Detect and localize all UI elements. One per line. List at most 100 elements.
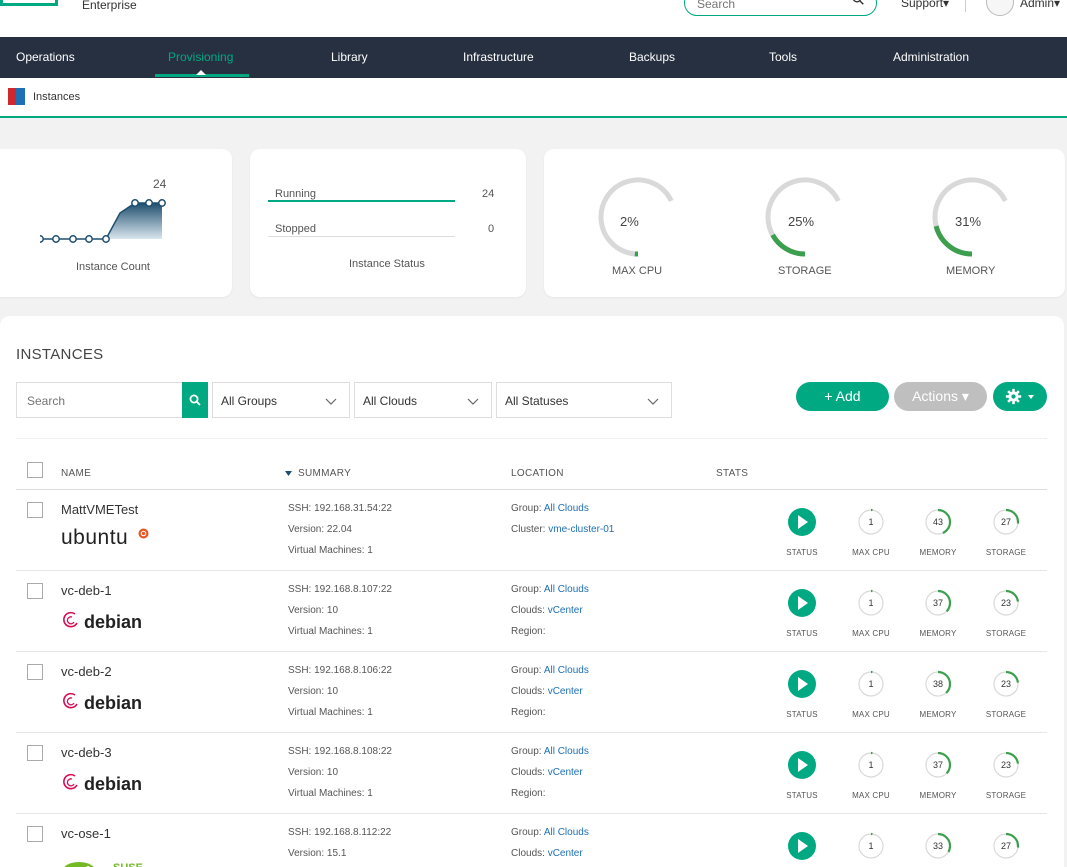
group-filter-value: All Groups [221, 394, 278, 408]
stopped-value: 0 [488, 223, 495, 235]
ubuntu-logo: ubuntu [61, 526, 129, 549]
status-running-icon[interactable] [788, 670, 816, 698]
support-menu[interactable]: Support▾ [901, 0, 949, 10]
nav-operations[interactable]: Operations [16, 37, 75, 78]
storage-stat: 23 [992, 670, 1020, 698]
stat-label: MAX CPU [852, 791, 890, 800]
cloud-filter-select[interactable]: All Clouds [354, 382, 492, 418]
instance-name-link[interactable]: vc-deb-2 [61, 664, 112, 679]
memory-stat: 37 [924, 589, 952, 617]
cloud-link[interactable]: vCenter [548, 848, 583, 859]
debian-logo: debian [84, 774, 143, 794]
location-cloud: Clouds: vCenter [511, 767, 583, 778]
instance-status-card: Running 24 Stopped 0 Instance Status [250, 149, 526, 297]
cloud-link[interactable]: vCenter [548, 767, 583, 778]
storage-stat-value: 23 [1000, 679, 1011, 689]
row-checkbox[interactable] [27, 502, 43, 518]
row-checkbox[interactable] [27, 826, 43, 842]
actions-button[interactable]: Actions ▾ [894, 382, 987, 411]
add-instance-button[interactable]: + Add [796, 382, 889, 411]
memory-stat: 37 [924, 751, 952, 779]
location-cloud-label: Clouds: [511, 848, 548, 859]
admin-menu[interactable]: Admin▾ [1020, 0, 1060, 10]
group-link[interactable]: All Clouds [544, 827, 589, 838]
nav-library[interactable]: Library [331, 37, 368, 78]
row-checkbox[interactable] [27, 664, 43, 680]
instance-name-link[interactable]: vc-deb-3 [61, 745, 112, 760]
instance-name-link[interactable]: MattVMETest [61, 502, 138, 517]
stopped-label: Stopped [275, 223, 316, 235]
memory-stat: 38 [924, 670, 952, 698]
memory-stat: 43 [924, 508, 952, 536]
storage-stat-value: 27 [1000, 517, 1011, 527]
status-running-icon[interactable] [788, 508, 816, 536]
col-summary-header[interactable]: SUMMARY [298, 468, 351, 479]
location-cloud: Clouds: vCenter [511, 605, 583, 616]
main-nav: Operations Provisioning Library Infrastr… [0, 37, 1067, 78]
col-location-header[interactable]: LOCATION [511, 468, 564, 479]
stat-label: STORAGE [985, 548, 1027, 557]
stat-label: MEMORY [919, 710, 957, 719]
nav-infrastructure[interactable]: Infrastructure [463, 37, 534, 78]
chevron-down-icon [647, 398, 659, 405]
sort-desc-icon[interactable] [285, 471, 292, 476]
memory-stat-value: 37 [932, 598, 943, 608]
status-running-icon[interactable] [788, 589, 816, 617]
instance-version: Version: 10 [288, 605, 339, 616]
top-header: Enterprise Support▾ Admin▾ [0, 0, 1067, 37]
status-filter-select[interactable]: All Statuses [496, 382, 672, 418]
group-link[interactable]: All Clouds [544, 584, 589, 595]
cloud-link[interactable]: vme-cluster-01 [548, 524, 614, 535]
row-divider [16, 651, 1047, 652]
group-link[interactable]: All Clouds [544, 746, 589, 757]
nav-tools[interactable]: Tools [769, 37, 797, 78]
stat-label: MAX CPU [852, 548, 890, 557]
stat-label: MAX CPU [852, 629, 890, 638]
gauge-storage-label: STORAGE [778, 265, 832, 277]
row-checkbox[interactable] [27, 745, 43, 761]
row-checkbox[interactable] [27, 583, 43, 599]
hpe-logo-icon[interactable] [0, 0, 58, 6]
group-filter-select[interactable]: All Groups [212, 382, 350, 418]
group-link[interactable]: All Clouds [544, 665, 589, 676]
breadcrumb-label[interactable]: Instances [33, 91, 80, 103]
instances-title: INSTANCES [16, 346, 104, 363]
nav-caret-icon [196, 70, 206, 75]
nav-administration[interactable]: Administration [893, 37, 969, 78]
global-search-input[interactable] [697, 0, 847, 11]
location-group: Group: All Clouds [511, 584, 589, 595]
instance-vms: Virtual Machines: 1 [288, 788, 373, 799]
instance-name-link[interactable]: vc-ose-1 [61, 826, 111, 841]
running-label: Running [275, 188, 316, 200]
max-cpu-stat: 1 [857, 508, 885, 536]
header-divider [965, 0, 966, 12]
status-running-icon[interactable] [788, 751, 816, 779]
location-cloud-label: Clouds: [511, 686, 548, 697]
gauge-max-cpu: 2% MAX CPU [596, 175, 680, 285]
search-icon[interactable] [852, 0, 864, 5]
instance-name-link[interactable]: vc-deb-1 [61, 583, 112, 598]
location-group-label: Group: [511, 503, 544, 514]
col-name-header[interactable]: NAME [61, 468, 91, 479]
group-link[interactable]: All Clouds [544, 503, 589, 514]
max-cpu-stat-value: 1 [868, 679, 874, 689]
status-running-icon[interactable] [788, 832, 816, 860]
instance-search-button[interactable] [182, 382, 208, 418]
gauge-memory: 31% MEMORY [930, 175, 1014, 285]
stat-label: STORAGE [985, 629, 1027, 638]
cloud-link[interactable]: vCenter [548, 605, 583, 616]
cloud-filter-value: All Clouds [363, 394, 418, 408]
running-value: 24 [482, 188, 495, 200]
settings-button[interactable] [993, 382, 1047, 411]
select-all-checkbox[interactable] [27, 462, 43, 478]
cloud-link[interactable]: vCenter [548, 686, 583, 697]
avatar[interactable] [986, 0, 1014, 16]
stat-label: STATUS [786, 710, 818, 719]
instance-vms: Virtual Machines: 1 [288, 545, 373, 556]
stat-label: STATUS [786, 791, 818, 800]
global-search[interactable] [684, 0, 877, 16]
instance-search[interactable] [16, 382, 182, 418]
instance-search-input[interactable] [27, 394, 167, 408]
location-region: Region: [511, 788, 546, 799]
nav-backups[interactable]: Backups [629, 37, 675, 78]
